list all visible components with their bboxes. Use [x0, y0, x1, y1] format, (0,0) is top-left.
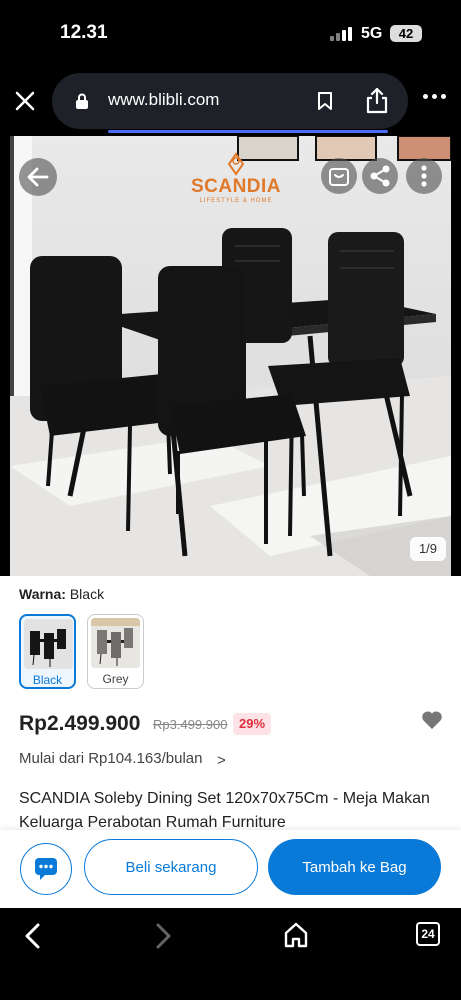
image-counter: 1/9: [410, 537, 446, 561]
bookmark-icon[interactable]: [316, 91, 334, 111]
discount-badge: 29%: [233, 713, 272, 735]
page-load-progress: [108, 130, 388, 133]
original-price: Rp3.499.900: [153, 717, 228, 732]
add-to-bag-button[interactable]: Tambah ke Bag: [268, 839, 441, 895]
browser-nav-bar: 24: [0, 908, 461, 1000]
arrow-left-icon: [27, 167, 49, 187]
shopping-bag-button[interactable]: [321, 158, 357, 194]
variant-selected-value: Black: [69, 586, 105, 602]
product-price: Rp2.499.900: [19, 712, 141, 735]
variant-thumbnail-black: [24, 619, 73, 669]
browser-url-bar: www.blibli.com: [0, 66, 461, 136]
battery-indicator: 42: [390, 25, 422, 42]
variant-thumbnail-grey: [91, 618, 140, 668]
tabs-count-button[interactable]: 24: [416, 922, 440, 946]
forward-arrow-icon[interactable]: [152, 922, 174, 950]
home-icon[interactable]: [283, 921, 309, 949]
scandia-logo-icon: [227, 152, 245, 176]
share-nodes-icon: [370, 165, 390, 187]
brand-logo: SCANDIA LIFESTYLE & HOME: [176, 150, 296, 212]
brand-tagline: LIFESTYLE & HOME: [199, 198, 273, 204]
variant-option-grey[interactable]: Grey: [87, 614, 144, 689]
variant-option-label: Black: [32, 673, 63, 687]
share-icon[interactable]: [364, 86, 390, 114]
address-field[interactable]: www.blibli.com: [52, 73, 408, 133]
network-type: 5G: [361, 25, 383, 42]
status-bar: 12.31 5G 42: [0, 0, 461, 66]
variant-label: Warna: Black: [19, 586, 104, 602]
product-info: Warna: Black Black Grey Rp2.499.900 Rp3.…: [0, 576, 461, 831]
variant-option-label: Grey: [102, 672, 129, 686]
signal-icon: [330, 27, 352, 41]
variant-label-title: Warna:: [19, 586, 66, 602]
lock-icon: [76, 93, 88, 109]
variant-option-black[interactable]: Black: [19, 614, 76, 689]
product-share-button[interactable]: [362, 158, 398, 194]
chat-icon: [34, 857, 57, 880]
buy-now-button[interactable]: Beli sekarang: [84, 839, 258, 895]
url-text: www.blibli.com: [108, 90, 220, 109]
close-icon[interactable]: [14, 90, 36, 112]
screen: 12.31 5G 42 www.blibli.com SCANDIA LIFES…: [0, 0, 461, 1000]
product-title: SCANDIA Soleby Dining Set 120x70x75Cm - …: [19, 790, 430, 831]
product-action-bar: Beli sekarang Tambah ke Bag: [0, 830, 461, 908]
status-time: 12.31: [60, 22, 108, 43]
shopping-bag-icon: [329, 168, 349, 186]
back-arrow-icon[interactable]: [22, 922, 44, 950]
back-button[interactable]: [19, 158, 57, 196]
brand-logo-text: SCANDIA: [190, 176, 282, 197]
installment-text[interactable]: Mulai dari Rp104.163/bulan: [19, 750, 202, 767]
chat-button[interactable]: [20, 843, 72, 895]
heart-icon[interactable]: [421, 710, 443, 730]
product-image-gallery[interactable]: SCANDIA LIFESTYLE & HOME 1/9: [10, 136, 451, 576]
chevron-right-icon[interactable]: >: [217, 752, 226, 769]
more-menu-icon[interactable]: [423, 94, 446, 99]
product-more-button[interactable]: [406, 158, 442, 194]
more-vertical-icon: [421, 165, 427, 187]
